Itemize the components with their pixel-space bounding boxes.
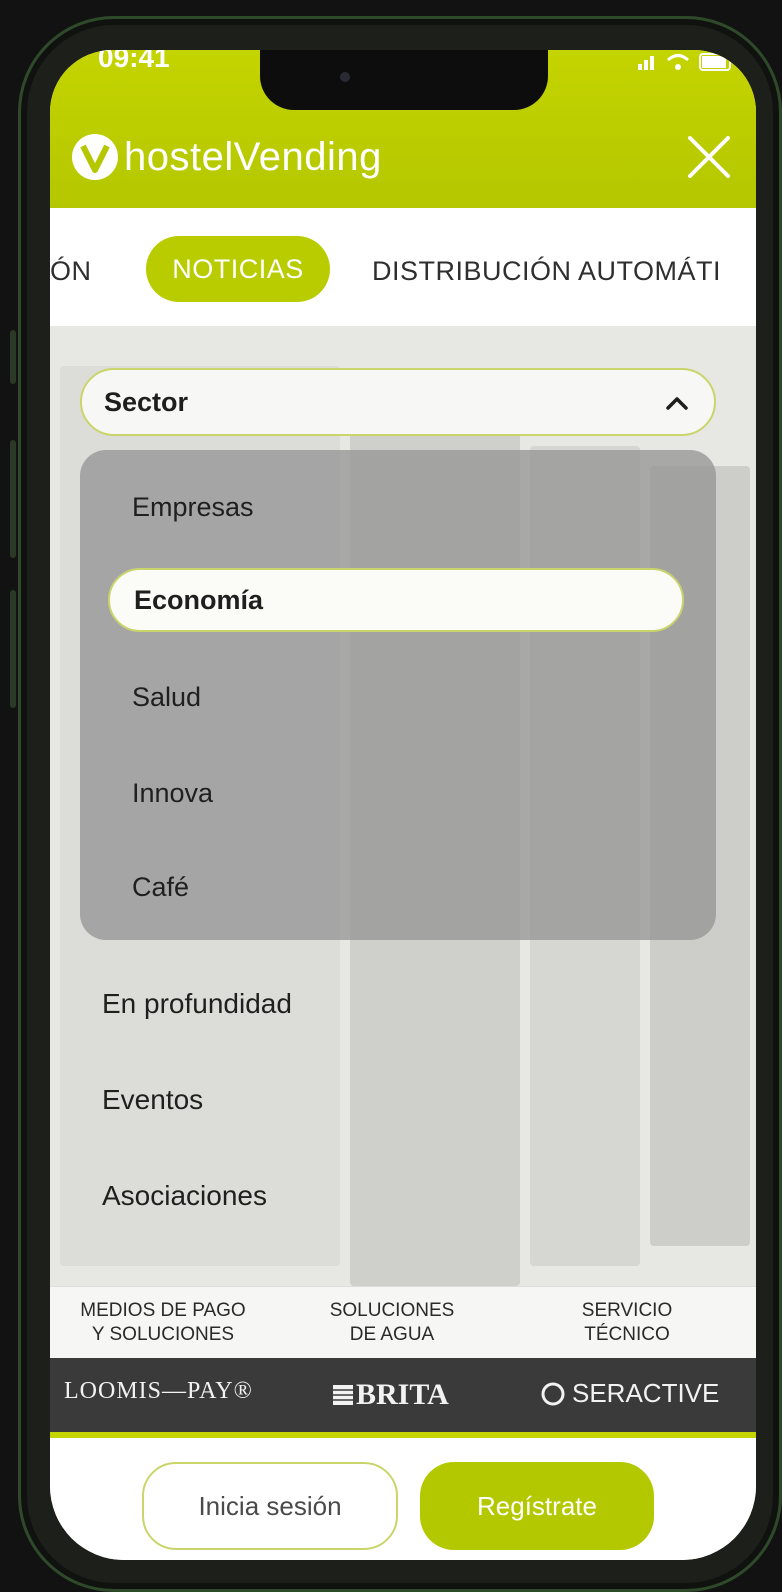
- menu-item-eventos[interactable]: Eventos: [102, 1084, 203, 1116]
- loomis-pay-logo[interactable]: LOOMIS—PAY®: [64, 1378, 253, 1405]
- brita-grid-icon: [333, 1385, 353, 1405]
- notch: [260, 50, 548, 110]
- sector-select[interactable]: Sector: [80, 368, 716, 436]
- partner-categories: MEDIOS DE PAGO Y SOLUCIONES SOLUCIONES D…: [50, 1286, 756, 1358]
- status-time: 09:41: [98, 50, 170, 73]
- seractive-logo[interactable]: SERACTIVE: [540, 1378, 719, 1409]
- brita-logo[interactable]: BRITA: [332, 1378, 449, 1412]
- dropdown-option-salud[interactable]: Salud: [132, 682, 201, 713]
- app-header: 09:41 hostelVending: [50, 50, 756, 208]
- register-button[interactable]: Regístrate: [420, 1462, 654, 1550]
- status-icons: [638, 50, 734, 78]
- volume-down-button: [10, 590, 16, 708]
- partner-label-tecnico[interactable]: SERVICIO TÉCNICO: [552, 1299, 702, 1347]
- sector-select-label: Sector: [104, 386, 189, 417]
- menu-item-en-profundidad[interactable]: En profundidad: [102, 988, 292, 1020]
- dropdown-option-cafe[interactable]: Café: [132, 872, 189, 903]
- tab-distribucion[interactable]: DISTRIBUCIÓN AUTOMÁTI: [372, 256, 721, 287]
- login-button[interactable]: Inicia sesión: [142, 1462, 398, 1550]
- partner-label-agua-text: SOLUCIONES DE AGUA: [329, 1300, 455, 1345]
- v-logo-icon: [72, 134, 118, 180]
- partner-label-pago[interactable]: MEDIOS DE PAGO Y SOLUCIONES: [68, 1299, 258, 1347]
- brand-logo[interactable]: hostelVending: [72, 134, 382, 180]
- dropdown-option-economia[interactable]: Economía: [108, 568, 684, 632]
- brand-name: hostelVending: [124, 134, 382, 179]
- category-tabs: IÓN NOTICIAS DISTRIBUCIÓN AUTOMÁTI: [50, 208, 756, 326]
- seractive-logo-text: SERACTIVE: [572, 1378, 720, 1408]
- partner-label-pago-text: MEDIOS DE PAGO Y SOLUCIONES: [80, 1300, 246, 1345]
- brita-logo-text: BRITA: [356, 1378, 449, 1411]
- tab-previous[interactable]: IÓN: [50, 256, 92, 287]
- dropdown-option-empresas[interactable]: Empresas: [132, 492, 254, 523]
- seractive-circle-icon: [541, 1382, 565, 1405]
- volume-up-button: [10, 440, 16, 558]
- sector-dropdown: Empresas Economía Salud Innova Café: [80, 450, 716, 940]
- partner-logos: LOOMIS—PAY® BRITA SERACTIVE: [50, 1358, 756, 1432]
- partner-label-tecnico-text: SERVICIO TÉCNICO: [581, 1300, 673, 1345]
- tab-noticias[interactable]: NOTICIAS: [146, 236, 330, 302]
- camera-dot: [340, 72, 350, 82]
- chevron-up-icon: [666, 397, 688, 410]
- screen: 09:41 hostelVending ÓN NOTICIAS DISTRIBU…: [50, 50, 756, 1560]
- mute-switch: [10, 330, 16, 384]
- partner-label-agua[interactable]: SOLUCIONES DE AGUA: [312, 1299, 472, 1347]
- menu-item-asociaciones[interactable]: Asociaciones: [102, 1180, 267, 1212]
- auth-footer: Inicia sesión Regístrate: [50, 1438, 756, 1560]
- dropdown-option-innova[interactable]: Innova: [132, 778, 213, 809]
- close-icon[interactable]: [684, 132, 734, 182]
